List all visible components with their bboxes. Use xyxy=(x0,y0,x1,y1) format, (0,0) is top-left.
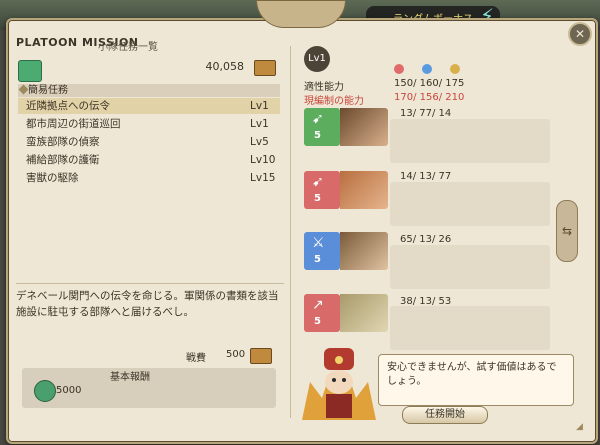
mission-book-icon xyxy=(18,60,42,82)
member-stats: 13/ 77/ 14 xyxy=(400,108,452,119)
reward-label: 戦費 xyxy=(186,353,206,364)
mission-name: 近隣拠点への伝令 xyxy=(26,100,110,112)
job-badge: ↗ 5 xyxy=(304,294,340,332)
physical-icon xyxy=(394,64,404,74)
base-reward-label: 基本報酬 xyxy=(110,372,150,383)
chest-icon xyxy=(250,348,272,364)
member-stats: 65/ 13/ 26 xyxy=(400,234,452,245)
member-portrait xyxy=(340,171,388,209)
tactical-icon xyxy=(450,64,460,74)
mission-item[interactable]: 害獣の駆除 Lv15 xyxy=(18,170,280,186)
mission-level: Lv5 xyxy=(250,136,269,148)
job-level: 5 xyxy=(314,254,321,265)
platoon-member[interactable]: ↗ 5 xyxy=(304,294,390,334)
member-portrait xyxy=(340,232,388,270)
mission-item[interactable]: 補給部隊の護衛 Lv10 xyxy=(18,152,280,168)
commander-portrait xyxy=(302,344,376,420)
member-slot[interactable] xyxy=(390,306,550,350)
platoon-member[interactable]: ➹ 5 xyxy=(304,171,390,211)
member-portrait xyxy=(340,294,388,332)
category-header[interactable]: 簡易任務 xyxy=(18,84,280,97)
start-mission-button[interactable]: 任務開始 xyxy=(402,406,488,424)
level-badge: Lv1 xyxy=(304,46,330,72)
mission-item[interactable]: 都市周辺の街道巡回 Lv1 xyxy=(18,116,280,132)
chest-icon xyxy=(254,60,276,76)
current-values: 170/ 156/ 210 xyxy=(394,92,465,103)
coin-icon xyxy=(34,380,56,402)
axe-icon: ⚔ xyxy=(312,235,325,251)
job-badge: ➹ 5 xyxy=(304,171,340,209)
job-level: 5 xyxy=(314,130,321,141)
mission-name: 補給部隊の護衛 xyxy=(26,154,100,166)
mission-description: デネベール関門への伝令を命じる。軍関係の書類を該当施設に駐屯する部隊へと届けるべ… xyxy=(16,290,279,318)
swap-arrows-icon[interactable]: ⇆ xyxy=(556,200,578,262)
stat-icons xyxy=(394,64,494,76)
member-slot[interactable] xyxy=(390,245,550,289)
mental-icon xyxy=(422,64,432,74)
description-divider xyxy=(16,283,284,284)
job-level: 5 xyxy=(314,193,321,204)
speech-bubble: 安心できませんが、試す価値はあるでしょう。 xyxy=(378,354,574,406)
window-subtitle: 小隊任務一覧 xyxy=(98,42,158,53)
mission-item[interactable]: 蛮族部隊の偵察 Lv5 xyxy=(18,134,280,150)
aptitude-label: 適性能力 xyxy=(304,82,344,93)
bow-icon: ➹ xyxy=(312,111,324,127)
member-stats: 38/ 13/ 53 xyxy=(400,296,452,307)
member-slot[interactable] xyxy=(390,182,550,226)
close-icon[interactable]: ✕ xyxy=(568,22,592,46)
mission-name: 都市周辺の街道巡回 xyxy=(26,118,121,130)
category-collapse-icon xyxy=(18,84,29,95)
mission-level: Lv1 xyxy=(250,100,269,112)
platoon-member[interactable]: ⚔ 5 xyxy=(304,232,390,272)
mission-name: 蛮族部隊の偵察 xyxy=(26,136,100,148)
job-badge: ⚔ 5 xyxy=(304,232,340,270)
member-slot[interactable] xyxy=(390,119,550,163)
mission-level: Lv10 xyxy=(250,154,276,166)
aptitude-values: 150/ 160/ 175 xyxy=(394,78,465,89)
job-badge: ➹ 5 xyxy=(304,108,340,146)
seals-count: 40,058 xyxy=(205,60,245,73)
platoon-member[interactable]: ➹ 5 xyxy=(304,108,390,148)
mission-item[interactable]: 近隣拠点への伝令 Lv1 xyxy=(18,98,280,114)
job-level: 5 xyxy=(314,316,321,327)
member-stats: 14/ 13/ 77 xyxy=(400,171,452,182)
bow-icon: ➹ xyxy=(312,174,324,190)
lance-icon: ↗ xyxy=(312,297,324,313)
reward-value: 500 xyxy=(226,349,246,360)
current-label: 現編制の能力 xyxy=(304,96,364,107)
mission-level: Lv1 xyxy=(250,118,269,130)
mission-level: Lv15 xyxy=(250,172,276,184)
category-label: 簡易任務 xyxy=(28,85,68,96)
panel-divider xyxy=(290,46,291,418)
window-ornament xyxy=(256,0,346,28)
resize-handle-icon[interactable]: ◢ xyxy=(576,422,588,434)
mission-name: 害獣の駆除 xyxy=(26,172,79,184)
gil-value: 5000 xyxy=(56,385,82,396)
member-portrait xyxy=(340,108,388,146)
